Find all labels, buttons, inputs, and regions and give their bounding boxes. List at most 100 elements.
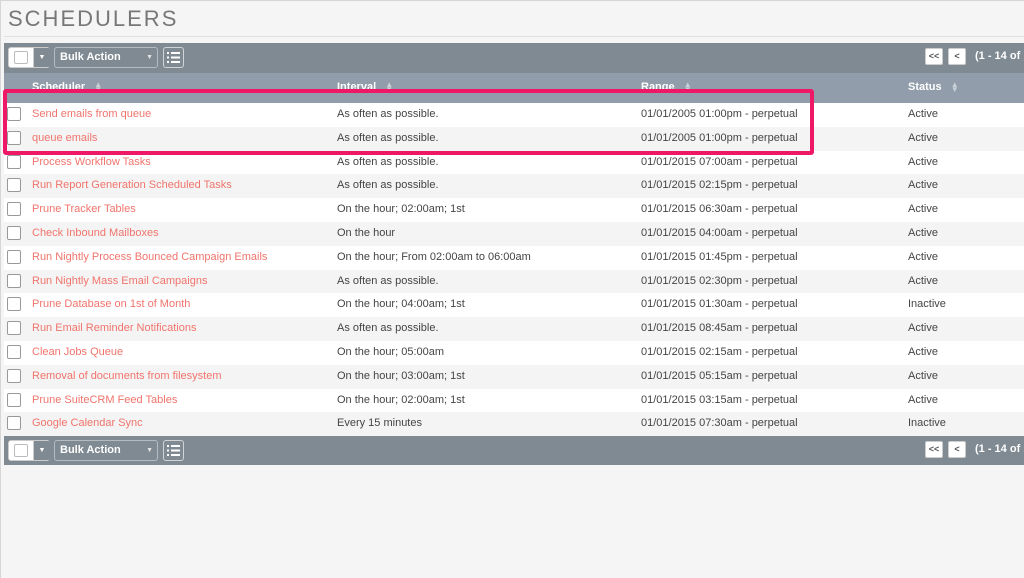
scheduler-link[interactable]: Removal of documents from filesystem — [32, 370, 222, 382]
row-checkbox[interactable] — [7, 178, 21, 192]
range-cell: 01/01/2015 08:45am - perpetual — [641, 322, 798, 334]
column-header-interval[interactable]: Interval ▲ ▼ — [337, 80, 394, 95]
interval-cell: As often as possible. — [337, 108, 439, 120]
status-cell: Active — [908, 203, 938, 215]
pager-count: (1 - 14 of 14) — [975, 443, 1024, 455]
scheduler-link[interactable]: Process Workflow Tasks — [32, 156, 151, 168]
table-row: Removal of documents from filesystem On … — [4, 365, 1024, 389]
range-cell: 01/01/2015 01:45pm - perpetual — [641, 251, 798, 263]
column-chooser-button[interactable] — [163, 440, 184, 461]
row-checkbox[interactable] — [7, 226, 21, 240]
interval-cell: On the hour; 03:00am; 1st — [337, 370, 465, 382]
table-row: Clean Jobs Queue On the hour; 05:00am 01… — [4, 341, 1024, 365]
row-checkbox[interactable] — [7, 321, 21, 335]
scheduler-link[interactable]: Run Report Generation Scheduled Tasks — [32, 179, 232, 191]
status-cell: Active — [908, 394, 938, 406]
left-rule — [0, 0, 1, 578]
sort-arrows-icon: ▲ ▼ — [683, 80, 692, 95]
status-cell: Inactive — [908, 298, 946, 310]
bulk-action-button[interactable]: Bulk Action ▼ — [54, 47, 158, 68]
scheduler-link[interactable]: Run Email Reminder Notifications — [32, 322, 196, 334]
column-chooser-button[interactable] — [163, 47, 184, 68]
column-header-status[interactable]: Status ▲ ▼ — [908, 81, 959, 94]
row-checkbox[interactable] — [7, 393, 21, 407]
pager-first-button[interactable]: << — [925, 441, 943, 458]
interval-cell: On the hour; From 02:00am to 06:00am — [337, 251, 531, 263]
status-cell: Active — [908, 346, 938, 358]
row-checkbox[interactable] — [7, 202, 21, 216]
pager-prev-button[interactable]: < — [948, 48, 966, 65]
select-all-dropdown[interactable]: ▼ — [8, 440, 50, 461]
range-cell: 01/01/2015 05:15am - perpetual — [641, 370, 798, 382]
caret-down-icon[interactable]: ▼ — [33, 48, 50, 67]
select-all-checkbox[interactable] — [14, 444, 28, 457]
caret-down-icon[interactable]: ▼ — [33, 441, 50, 460]
table-row: Prune Tracker Tables On the hour; 02:00a… — [4, 198, 1024, 222]
pager-count: (1 - 14 of 14) — [975, 50, 1024, 62]
interval-cell: As often as possible. — [337, 132, 439, 144]
scheduler-link[interactable]: Run Nightly Process Bounced Campaign Ema… — [32, 251, 267, 263]
status-cell: Active — [908, 227, 938, 239]
row-checkbox[interactable] — [7, 297, 21, 311]
status-cell: Active — [908, 251, 938, 263]
column-header-range[interactable]: Range ▲ ▼ — [641, 80, 692, 95]
scheduler-link[interactable]: Google Calendar Sync — [32, 417, 143, 429]
sort-arrows-icon: ▲ ▼ — [385, 80, 394, 95]
interval-cell: Every 15 minutes — [337, 417, 422, 429]
scheduler-link[interactable]: Check Inbound Mailboxes — [32, 227, 159, 239]
pager-first-button[interactable]: << — [925, 48, 943, 65]
list-columns-icon — [167, 52, 180, 63]
scheduler-link[interactable]: Send emails from queue — [32, 108, 151, 120]
table-row: Process Workflow Tasks As often as possi… — [4, 151, 1024, 175]
column-header-scheduler[interactable]: Scheduler ▲ ▼ — [32, 81, 102, 94]
interval-cell: As often as possible. — [337, 156, 439, 168]
table-row: Check Inbound Mailboxes On the hour 01/0… — [4, 222, 1024, 246]
pager-prev-button[interactable]: < — [948, 441, 966, 458]
range-cell: 01/01/2005 01:00pm - perpetual — [641, 132, 798, 144]
row-checkbox[interactable] — [7, 416, 21, 430]
interval-cell: On the hour — [337, 227, 396, 239]
interval-cell: As often as possible. — [337, 322, 439, 334]
row-checkbox[interactable] — [7, 345, 21, 359]
scheduler-link[interactable]: Clean Jobs Queue — [32, 346, 123, 358]
interval-cell: On the hour; 04:00am; 1st — [337, 298, 465, 310]
row-checkbox[interactable] — [7, 155, 21, 169]
status-cell: Active — [908, 108, 938, 120]
row-checkbox[interactable] — [7, 107, 21, 121]
row-checkbox[interactable] — [7, 250, 21, 264]
top-rule — [0, 0, 1024, 1]
select-all-dropdown[interactable]: ▼ — [8, 47, 50, 68]
table-row: Run Email Reminder Notifications As ofte… — [4, 317, 1024, 341]
row-checkbox[interactable] — [7, 131, 21, 145]
top-toolbar: ▼ Bulk Action ▼ << < (1 - 14 of 14) — [4, 43, 1024, 73]
range-cell: 01/01/2015 06:30am - perpetual — [641, 203, 798, 215]
select-all-checkbox[interactable] — [14, 51, 28, 64]
range-cell: 01/01/2015 02:15am - perpetual — [641, 346, 798, 358]
status-cell: Active — [908, 132, 938, 144]
list-columns-icon — [167, 445, 180, 456]
interval-cell: On the hour; 02:00am; 1st — [337, 203, 465, 215]
range-cell: 01/01/2015 07:00am - perpetual — [641, 156, 798, 168]
scheduler-link[interactable]: Prune Tracker Tables — [32, 203, 136, 215]
range-cell: 01/01/2015 04:00am - perpetual — [641, 227, 798, 239]
caret-down-icon: ▼ — [146, 447, 153, 454]
status-cell: Active — [908, 370, 938, 382]
table-row: Prune SuiteCRM Feed Tables On the hour; … — [4, 389, 1024, 413]
scheduler-link[interactable]: Prune Database on 1st of Month — [32, 298, 190, 310]
bulk-action-button[interactable]: Bulk Action ▼ — [54, 440, 158, 461]
row-checkbox[interactable] — [7, 274, 21, 288]
range-cell: 01/01/2015 03:15am - perpetual — [641, 394, 798, 406]
schedulers-page: SCHEDULERS ▼ Bulk Action ▼ << < (1 - 14 … — [0, 0, 1024, 578]
status-cell: Active — [908, 179, 938, 191]
scheduler-link[interactable]: queue emails — [32, 132, 97, 144]
bulk-action-label: Bulk Action — [60, 51, 121, 63]
title-divider — [4, 36, 1024, 37]
table-row: Run Nightly Mass Email Campaigns As ofte… — [4, 270, 1024, 294]
range-cell: 01/01/2015 01:30am - perpetual — [641, 298, 798, 310]
range-cell: 01/01/2015 02:15pm - perpetual — [641, 179, 798, 191]
scheduler-link[interactable]: Prune SuiteCRM Feed Tables — [32, 394, 177, 406]
table-row: Send emails from queue As often as possi… — [4, 103, 1024, 127]
table-row: Run Nightly Process Bounced Campaign Ema… — [4, 246, 1024, 270]
scheduler-link[interactable]: Run Nightly Mass Email Campaigns — [32, 275, 207, 287]
row-checkbox[interactable] — [7, 369, 21, 383]
